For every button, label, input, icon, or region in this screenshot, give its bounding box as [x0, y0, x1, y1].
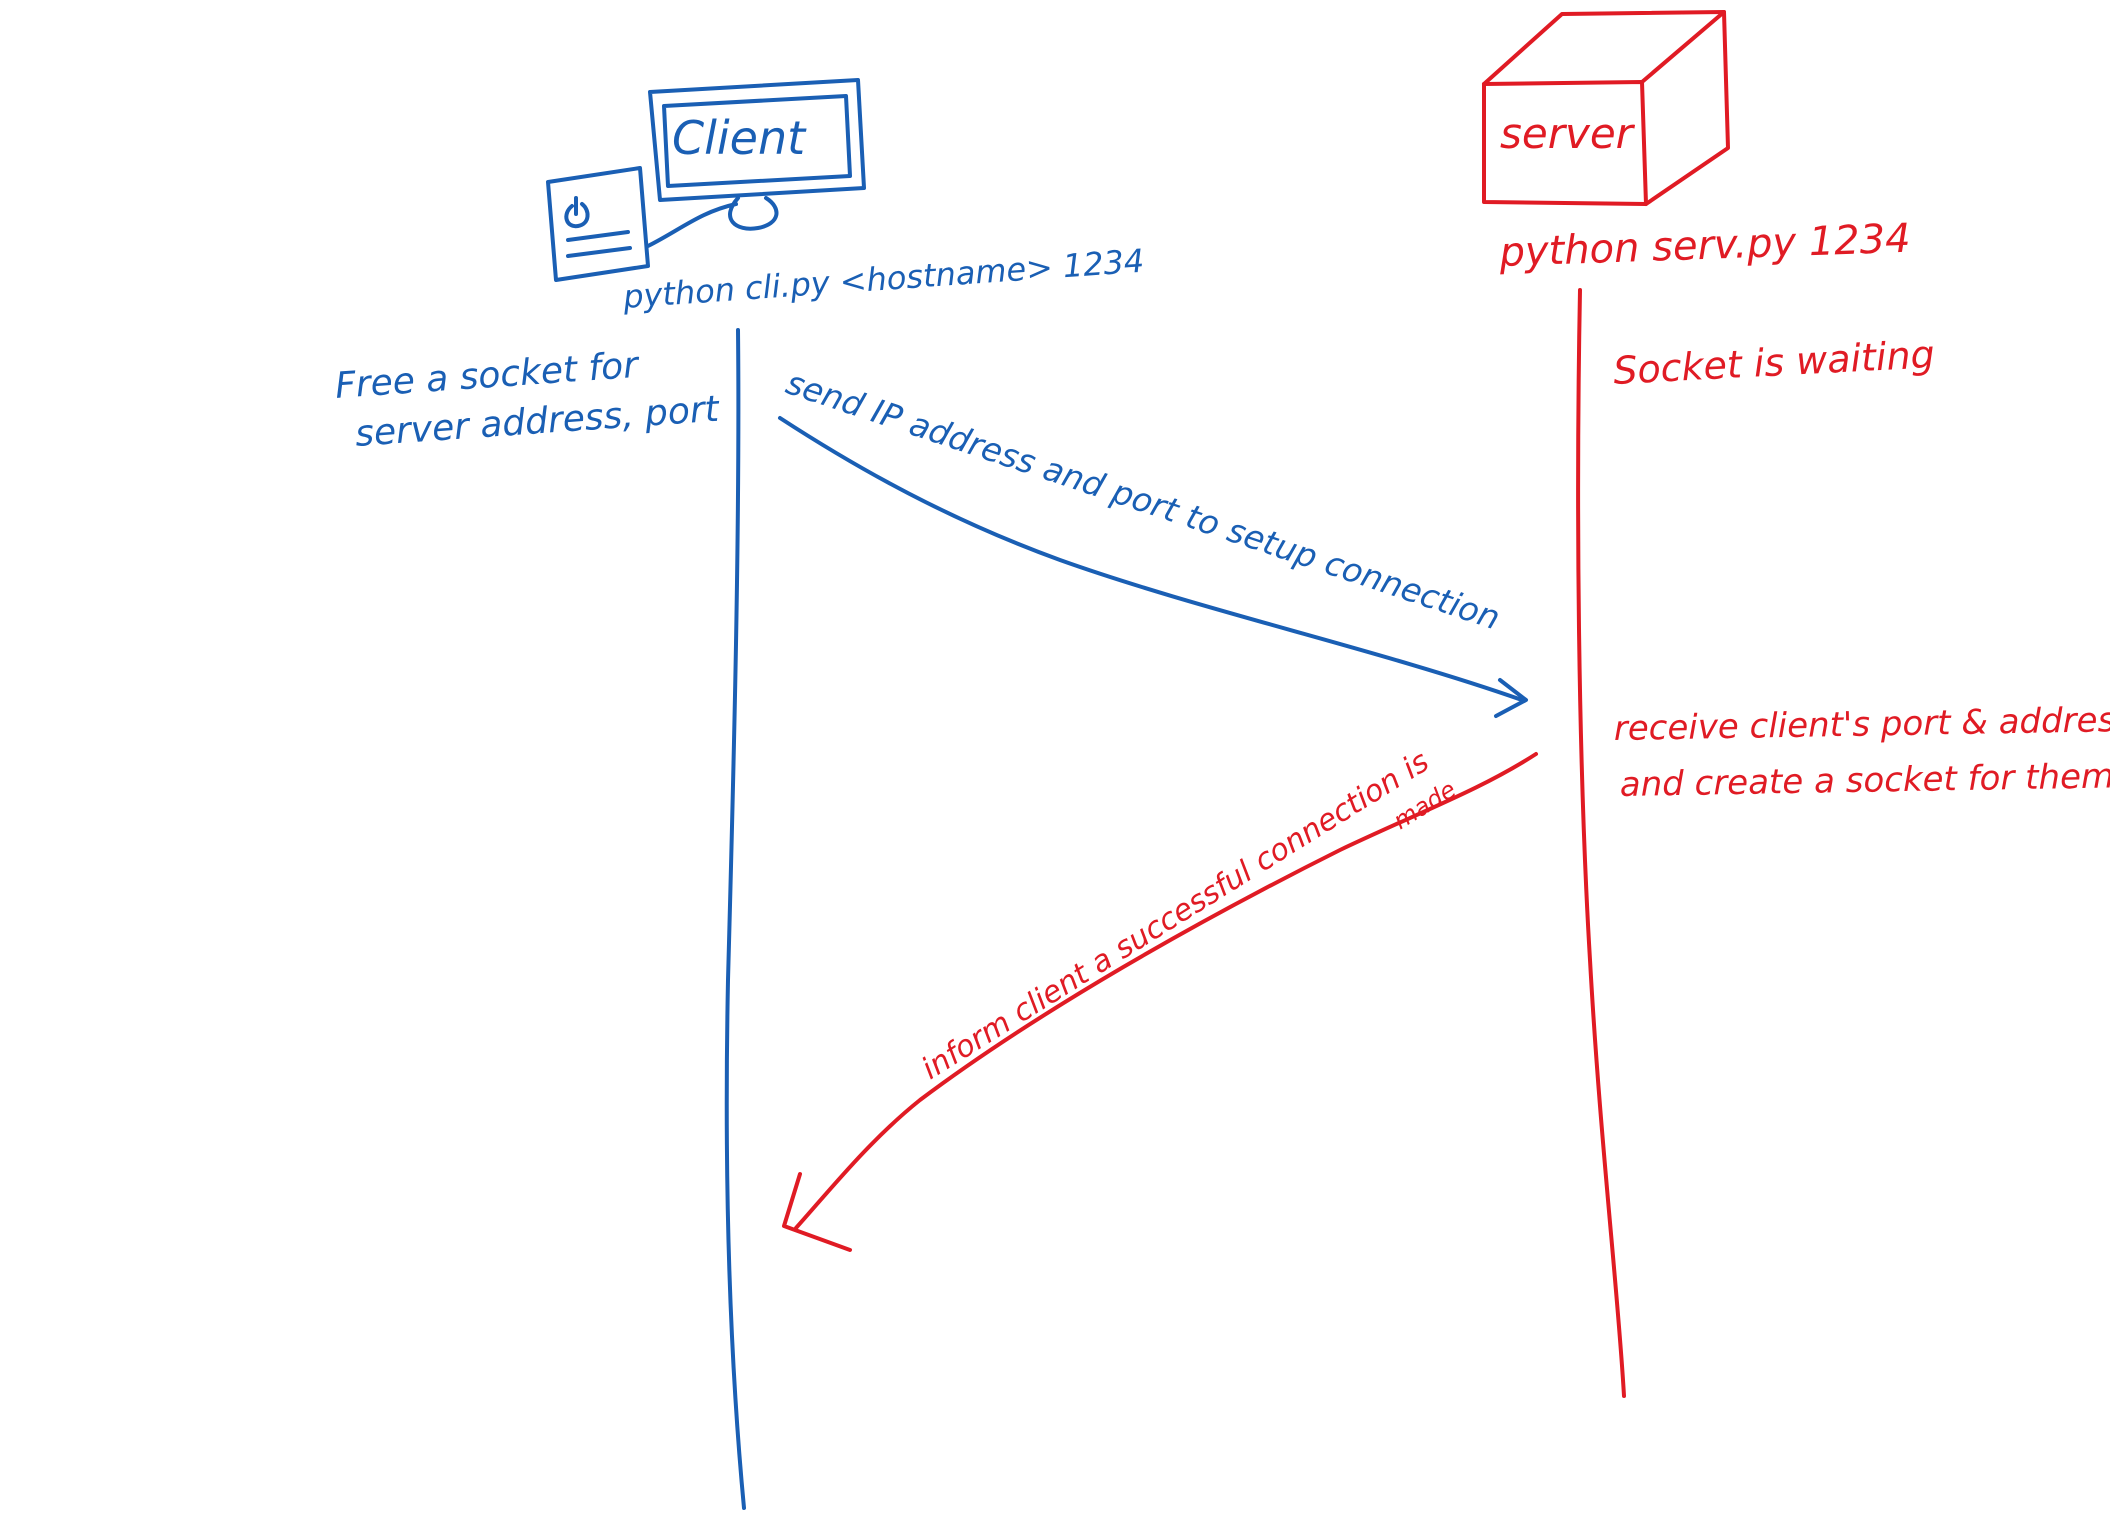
tower-case	[546, 166, 650, 282]
server-box-icon	[1482, 10, 1730, 206]
tower-slot	[566, 230, 630, 242]
sequence-diagram: Client python cli.py <hostname> 1234 Fre…	[0, 0, 2110, 1510]
client-label: Client	[672, 111, 807, 165]
response-arrow-line	[794, 752, 1538, 1230]
client-command: python cli.py <hostname> 1234	[621, 242, 1146, 316]
box-top	[1482, 10, 1726, 86]
computer-icon	[546, 78, 866, 282]
request-message-label: send IP address and port to setup connec…	[781, 363, 1504, 638]
server-command: python serv.py 1234	[1498, 216, 1912, 276]
response-message-label: inform client a successful connection is	[916, 744, 1436, 1087]
box-side	[1644, 10, 1730, 206]
response-arrowhead	[782, 1172, 852, 1252]
server-lifeline	[1576, 288, 1626, 1398]
client-lifeline	[724, 328, 746, 1510]
diagram-canvas: Client python cli.py <hostname> 1234 Fre…	[334, 10, 2110, 1510]
server-note-waiting: Socket is waiting	[1612, 332, 1936, 393]
server-note-receive-line1: receive client's port & address	[1613, 700, 2110, 749]
server-label: server	[1500, 109, 1636, 158]
server-note-receive-line2: and create a socket for them	[1619, 756, 2110, 805]
monitor-cable	[646, 202, 738, 248]
tower-slot	[566, 246, 632, 258]
server-group	[782, 10, 1730, 1398]
request-arrow-line	[778, 416, 1524, 702]
tower-power-icon	[564, 196, 590, 229]
